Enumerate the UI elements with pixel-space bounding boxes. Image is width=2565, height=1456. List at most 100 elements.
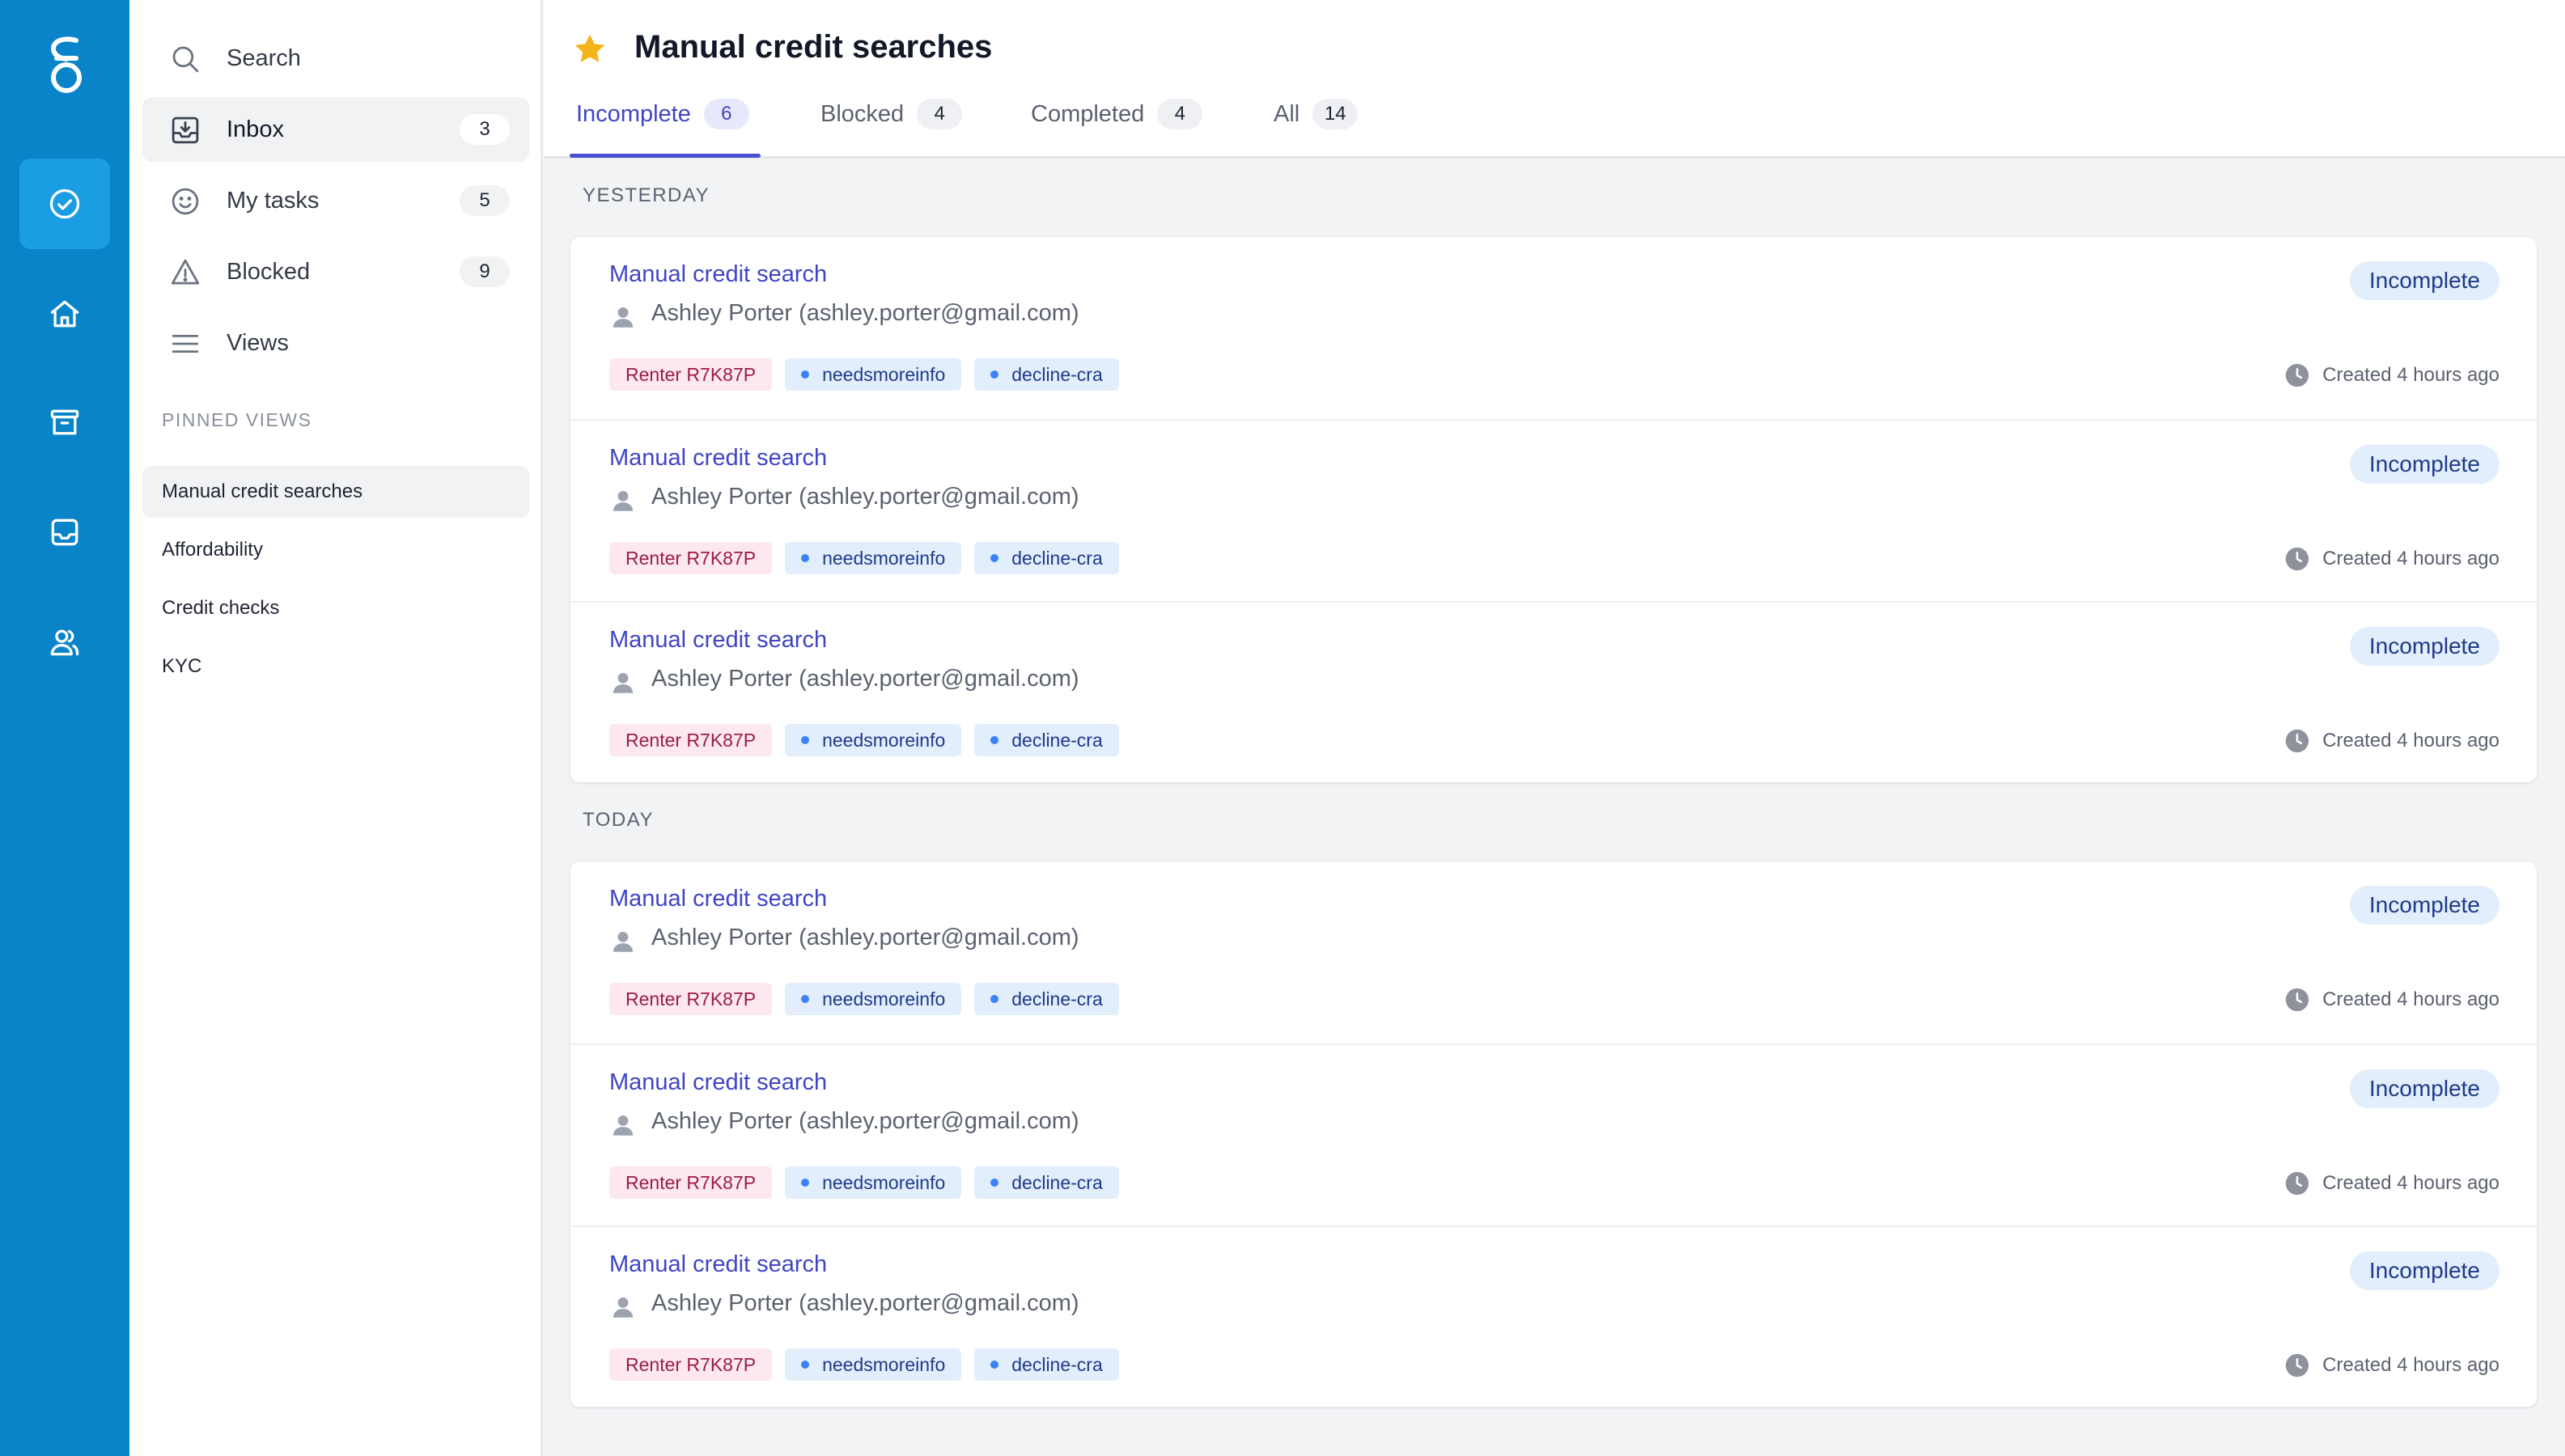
created-time: Created 4 hours ago	[2283, 1170, 2499, 1197]
pinned-view-manual-credit-searches[interactable]: Manual credit searches	[142, 466, 529, 518]
renter-tag[interactable]: Renter R7K87P	[609, 724, 773, 756]
renter-tag[interactable]: Renter R7K87P	[609, 1166, 773, 1199]
task-title-link[interactable]: Manual credit search	[609, 1069, 827, 1096]
renter-tag[interactable]: Renter R7K87P	[609, 1348, 773, 1381]
rail-tasks-button[interactable]	[19, 159, 110, 249]
pinned-view-affordability[interactable]: Affordability	[142, 524, 529, 576]
label-tag[interactable]: needsmoreinfo	[785, 1166, 962, 1199]
sidebar-item-count: 9	[460, 256, 510, 287]
label-tag[interactable]: needsmoreinfo	[785, 358, 962, 391]
tab-count: 14	[1312, 99, 1359, 129]
sidebar-item-blocked[interactable]: Blocked 9	[142, 239, 529, 304]
group-heading-today: TODAY	[583, 809, 654, 831]
task-list-yesterday: Manual credit search Ashley Porter (ashl…	[570, 236, 2538, 784]
status-badge: Incomplete	[2350, 1251, 2499, 1290]
tab-all[interactable]: All 14	[1274, 94, 1359, 134]
search-button[interactable]: Search	[142, 26, 529, 91]
task-list-today: Manual credit search Ashley Porter (ashl…	[570, 861, 2538, 1408]
tab-label: Incomplete	[576, 100, 691, 127]
person-icon	[613, 931, 634, 952]
clock-icon	[2286, 729, 2309, 753]
person-icon	[613, 307, 634, 328]
tab-count: 4	[917, 99, 963, 129]
sidebar-item-count: 3	[460, 114, 510, 145]
sidebar-item-my-tasks[interactable]: My tasks 5	[142, 168, 529, 233]
label-tag[interactable]: decline-cra	[974, 358, 1119, 391]
task-title-link[interactable]: Manual credit search	[609, 445, 827, 472]
clock-icon	[2286, 1171, 2309, 1196]
group-heading-yesterday: YESTERDAY	[583, 184, 710, 206]
tab-completed[interactable]: Completed 4	[1031, 94, 1203, 134]
label-tag[interactable]: needsmoreinfo	[785, 983, 962, 1015]
main-content: Manual credit searches Incomplete 6 Bloc…	[544, 0, 2565, 1456]
tab-label: Blocked	[820, 100, 905, 127]
task-assignee: Ashley Porter (ashley.porter@gmail.com)	[651, 925, 1079, 950]
pinned-views-heading: PINNED VIEWS	[162, 409, 312, 430]
label-tag[interactable]: decline-cra	[974, 1348, 1119, 1381]
label-tag[interactable]: needsmoreinfo	[785, 542, 962, 574]
label-tag[interactable]: needsmoreinfo	[785, 1348, 962, 1381]
created-time: Created 4 hours ago	[2283, 986, 2499, 1014]
created-time: Created 4 hours ago	[2283, 362, 2499, 389]
tab-incomplete[interactable]: Incomplete 6	[576, 94, 749, 134]
home-icon	[50, 300, 79, 328]
person-icon	[613, 672, 634, 693]
star-icon[interactable]	[571, 31, 608, 68]
task-assignee: Ashley Porter (ashley.porter@gmail.com)	[651, 666, 1079, 692]
archive-icon	[50, 409, 79, 435]
pinned-view-label: Credit checks	[162, 597, 280, 619]
created-label: Created 4 hours ago	[2322, 364, 2499, 386]
tab-blocked[interactable]: Blocked 4	[820, 94, 963, 134]
tab-label: Completed	[1031, 100, 1145, 127]
smile-icon	[172, 188, 199, 215]
clock-icon	[2286, 363, 2309, 387]
sidebar-item-views[interactable]: Views	[142, 311, 529, 375]
check-circle-icon	[49, 188, 80, 219]
search-label: Search	[227, 44, 301, 71]
rail-home-button[interactable]	[19, 269, 110, 359]
task-title-link[interactable]: Manual credit search	[609, 261, 827, 288]
created-label: Created 4 hours ago	[2322, 1354, 2499, 1376]
label-tag[interactable]: decline-cra	[974, 724, 1119, 756]
task-row[interactable]: Manual credit search Ashley Porter (ashl…	[570, 1225, 2538, 1408]
tab-count: 4	[1157, 99, 1203, 129]
label-tag[interactable]: decline-cra	[974, 983, 1119, 1015]
renter-tag[interactable]: Renter R7K87P	[609, 358, 773, 391]
task-tags: Renter R7K87P needsmoreinfo decline-cra	[609, 1166, 1119, 1199]
clock-icon	[2286, 1353, 2309, 1378]
inbox-tray-icon	[51, 518, 78, 546]
label-tag[interactable]: needsmoreinfo	[785, 724, 962, 756]
sidebar-item-inbox[interactable]: Inbox 3	[142, 97, 529, 162]
task-row[interactable]: Manual credit search Ashley Porter (ashl…	[570, 861, 2538, 1044]
created-time: Created 4 hours ago	[2283, 727, 2499, 755]
task-row[interactable]: Manual credit search Ashley Porter (ashl…	[570, 419, 2538, 602]
search-icon	[172, 46, 199, 73]
pinned-view-credit-checks[interactable]: Credit checks	[142, 582, 529, 634]
rail-archive-button[interactable]	[19, 377, 110, 468]
users-icon	[50, 629, 79, 656]
sidebar-item-label: Views	[227, 329, 289, 356]
label-tag[interactable]: decline-cra	[974, 1166, 1119, 1199]
task-title-link[interactable]: Manual credit search	[609, 627, 827, 654]
created-time: Created 4 hours ago	[2283, 545, 2499, 573]
status-badge: Incomplete	[2350, 1069, 2499, 1108]
task-row[interactable]: Manual credit search Ashley Porter (ashl…	[570, 237, 2538, 420]
sidebar-item-label: Inbox	[227, 116, 284, 142]
task-title-link[interactable]: Manual credit search	[609, 1251, 827, 1278]
task-tags: Renter R7K87P needsmoreinfo decline-cra	[609, 1348, 1119, 1381]
renter-tag[interactable]: Renter R7K87P	[609, 983, 773, 1015]
task-row[interactable]: Manual credit search Ashley Porter (ashl…	[570, 601, 2538, 784]
pinned-view-kyc[interactable]: KYC	[142, 641, 529, 692]
created-label: Created 4 hours ago	[2322, 1172, 2499, 1194]
label-tag[interactable]: decline-cra	[974, 542, 1119, 574]
task-row[interactable]: Manual credit search Ashley Porter (ashl…	[570, 1043, 2538, 1226]
rail-users-button[interactable]	[19, 597, 110, 688]
rail-inbox-button[interactable]	[19, 487, 110, 578]
renter-tag[interactable]: Renter R7K87P	[609, 542, 773, 574]
created-time: Created 4 hours ago	[2283, 1352, 2499, 1379]
pinned-view-label: KYC	[162, 655, 202, 677]
created-label: Created 4 hours ago	[2322, 730, 2499, 751]
task-title-link[interactable]: Manual credit search	[609, 886, 827, 912]
tab-label: All	[1274, 100, 1300, 127]
app-logo[interactable]	[40, 34, 89, 97]
